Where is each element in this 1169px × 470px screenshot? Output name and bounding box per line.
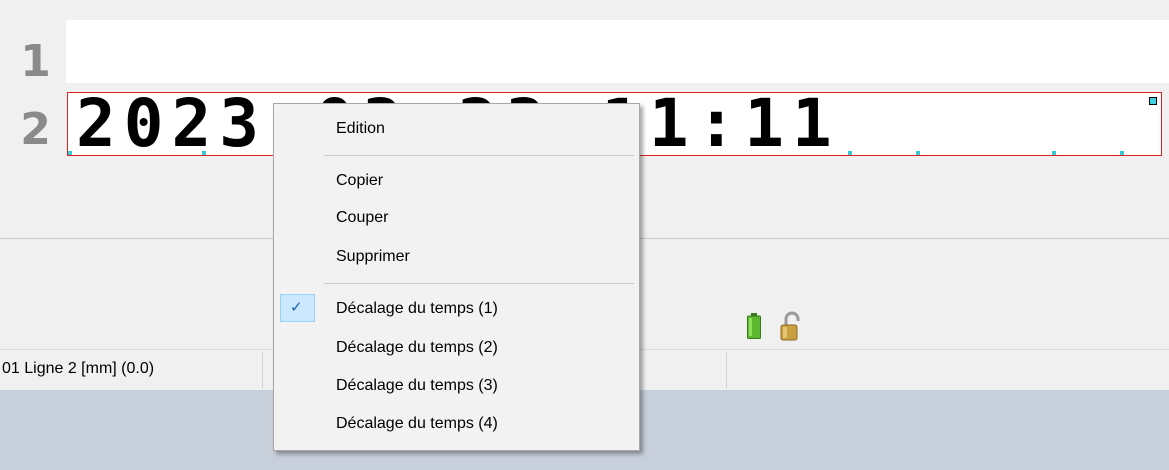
menu-item-label: Couper [336, 209, 389, 226]
status-separator [262, 352, 263, 388]
line-number-1: 1 [20, 36, 51, 87]
checkmark-highlight: ✓ [280, 294, 315, 322]
menu-item-edition[interactable]: Edition [275, 111, 638, 147]
menu-item-time-offset-4[interactable]: Décalage du temps (4) [275, 406, 638, 442]
line-number-2: 2 [20, 104, 51, 155]
menu-item-label: Décalage du temps (3) [336, 377, 498, 394]
menu-item-label: Décalage du temps (2) [336, 339, 498, 356]
line-1-field[interactable] [66, 20, 1169, 83]
char-marker [1052, 151, 1056, 155]
context-menu: Edition Copier Couper Supprimer ✓ Décala… [273, 103, 640, 451]
char-marker [68, 151, 72, 155]
battery-icon [747, 313, 761, 339]
menu-item-cut[interactable]: Couper [275, 200, 638, 236]
menu-item-label: Edition [336, 120, 385, 137]
char-marker [202, 151, 206, 155]
menu-item-label: Copier [336, 172, 384, 189]
status-separator [726, 352, 727, 388]
menu-separator [324, 283, 634, 284]
char-marker [916, 151, 920, 155]
menu-item-time-offset-3[interactable]: Décalage du temps (3) [275, 368, 638, 404]
menu-item-label: Décalage du temps (1) [336, 300, 498, 317]
char-marker [848, 151, 852, 155]
desktop-root: 1 2 2023-03-23 11:11 01 Ligne [0, 0, 1169, 470]
menu-item-time-offset-2[interactable]: Décalage du temps (2) [275, 330, 638, 366]
status-position-text: 01 Ligne 2 [mm] (0.0) [2, 360, 155, 377]
menu-item-copy[interactable]: Copier [275, 163, 638, 199]
menu-separator [324, 155, 634, 156]
unlocked-padlock-icon [780, 311, 800, 341]
menu-item-time-offset-1[interactable]: ✓ Décalage du temps (1) [275, 291, 638, 327]
char-marker [1120, 151, 1124, 155]
menu-item-label: Décalage du temps (4) [336, 415, 498, 432]
resize-handle-icon[interactable] [1149, 97, 1157, 105]
menu-item-label: Supprimer [336, 248, 410, 265]
checkmark-icon: ✓ [290, 298, 303, 316]
menu-item-delete[interactable]: Supprimer [275, 239, 638, 275]
